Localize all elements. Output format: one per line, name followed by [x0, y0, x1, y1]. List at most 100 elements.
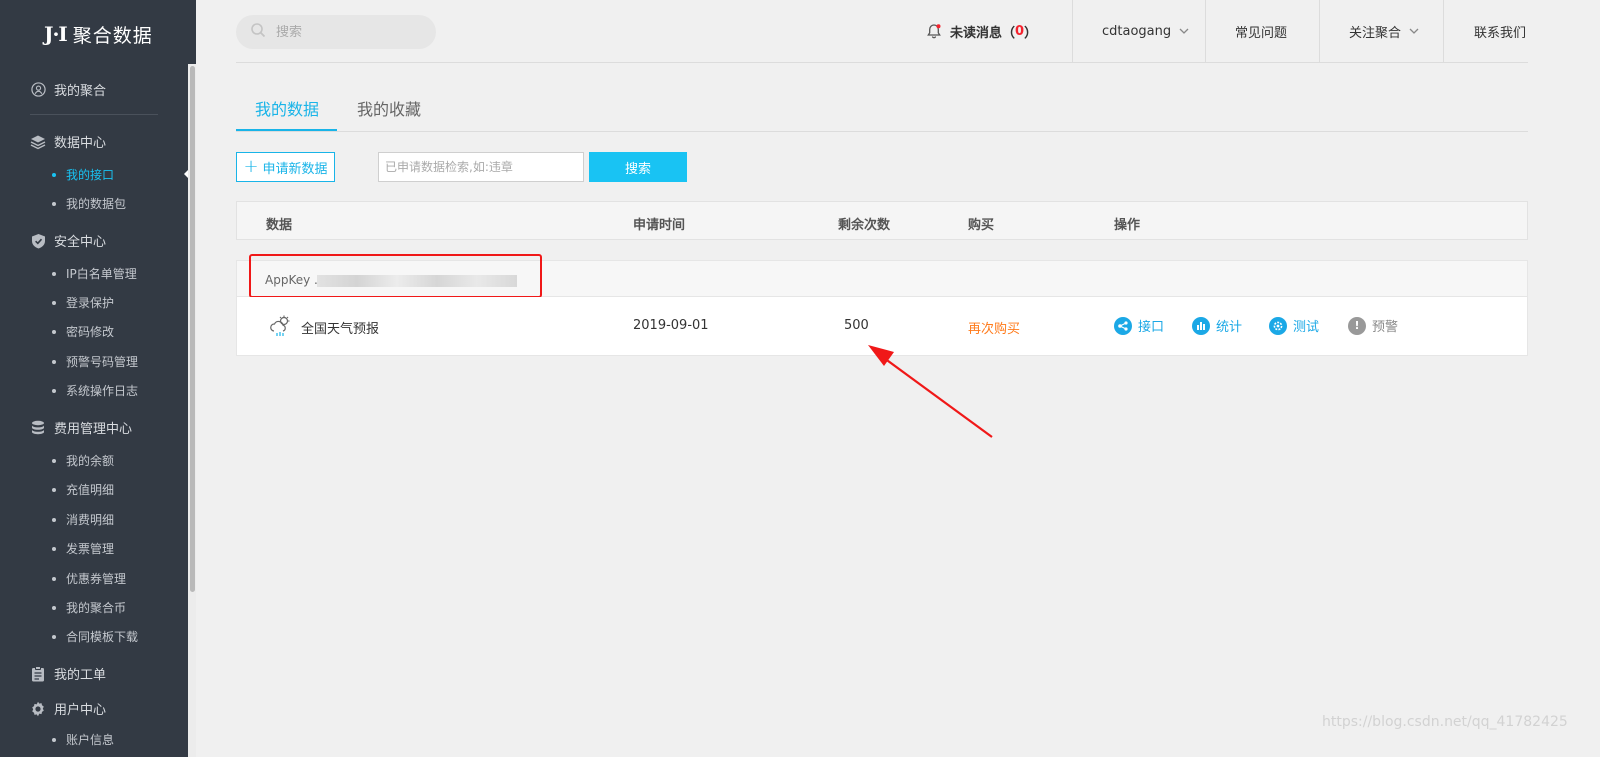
appkey-highlight-annotation [249, 254, 542, 298]
bullet-dot [52, 546, 56, 551]
sidebar-group-label: 数据中心 [54, 136, 107, 151]
faq-label: 常见问题 [1235, 25, 1288, 41]
logo[interactable]: J·I 聚合数据 [44, 20, 153, 48]
sidebar-group-my-juhe[interactable]: 我的聚合 [30, 80, 106, 99]
sidebar-item-invoice[interactable]: 发票管理 [52, 540, 114, 557]
header-separator [1319, 0, 1320, 62]
apply-new-data-button[interactable]: + 申请新数据 [236, 152, 335, 182]
clipboard-icon [30, 665, 46, 682]
sidebar-group-label: 费用管理中心 [54, 422, 133, 437]
column-header-remaining: 剩余次数 [838, 218, 891, 233]
bullet-dot [52, 576, 56, 581]
applied-data-search-input[interactable] [378, 152, 584, 182]
bullet-dot [52, 458, 56, 463]
contact-label: 联系我们 [1474, 25, 1527, 41]
bullet-dot [52, 517, 56, 522]
sidebar-item-label: IP白名单管理 [66, 267, 137, 281]
sidebar-group-billing[interactable]: 费用管理中心 [30, 418, 132, 437]
sidebar-item-label: 登录保护 [66, 296, 115, 310]
chevron-down-icon [1409, 28, 1419, 34]
alert-action[interactable]: ! 预警 [1348, 316, 1398, 335]
contact-link[interactable]: 联系我们 [1474, 0, 1526, 62]
shield-icon [30, 233, 46, 249]
bullet-dot [52, 172, 56, 177]
bullet-dot [52, 201, 56, 206]
interface-action[interactable]: 接口 [1114, 316, 1164, 335]
remaining-count: 500 [844, 318, 869, 333]
interface-action-label: 接口 [1138, 320, 1165, 335]
sidebar-group-label: 用户中心 [54, 703, 107, 718]
global-search[interactable] [236, 15, 436, 49]
tab-my-data[interactable]: 我的数据 [255, 96, 319, 120]
sidebar-item-contract-download[interactable]: 合同模板下载 [52, 628, 138, 645]
sidebar: J·I 聚合数据 我的聚合 数据中心 我的接口 我的数据包 安全中心 IP白名单… [0, 0, 196, 757]
apply-new-data-label: 申请新数据 [262, 161, 328, 177]
sidebar-item-label: 密码修改 [66, 325, 115, 339]
sidebar-item-label: 合同模板下载 [66, 630, 139, 644]
unread-label: 未读消息 [950, 25, 1003, 41]
gear-icon [30, 701, 46, 717]
sidebar-item-label: 发票管理 [66, 542, 115, 556]
global-search-input[interactable] [276, 24, 416, 40]
sidebar-item-my-interface[interactable]: 我的接口 [52, 166, 114, 183]
sidebar-group-tickets[interactable]: 我的工单 [30, 664, 106, 683]
unread-messages[interactable]: 未读消息 （ 0 ） [926, 0, 1037, 62]
sidebar-item-login-protection[interactable]: 登录保护 [52, 294, 114, 311]
sidebar-item-consumption-detail[interactable]: 消费明细 [52, 511, 114, 528]
test-action[interactable]: 测试 [1269, 316, 1319, 335]
sidebar-group-data-center[interactable]: 数据中心 [30, 132, 106, 151]
tab-my-favorites[interactable]: 我的收藏 [357, 96, 421, 120]
statistics-action[interactable]: 统计 [1192, 316, 1242, 335]
sidebar-group-label: 我的聚合 [54, 84, 107, 99]
bullet-dot [52, 329, 56, 334]
test-action-label: 测试 [1293, 320, 1320, 335]
sidebar-item-label: 我的接口 [66, 168, 115, 182]
sidebar-item-coupons[interactable]: 优惠券管理 [52, 570, 126, 587]
follow-menu[interactable]: 关注聚合 [1349, 0, 1419, 62]
sidebar-group-security[interactable]: 安全中心 [30, 231, 106, 250]
header-bottom-border [236, 62, 1528, 63]
sidebar-scrollbar-thumb[interactable] [190, 66, 195, 592]
sidebar-item-my-data-package[interactable]: 我的数据包 [52, 195, 126, 212]
sidebar-item-ip-whitelist[interactable]: IP白名单管理 [52, 265, 137, 282]
sidebar-item-juhe-coin[interactable]: 我的聚合币 [52, 599, 126, 616]
sidebar-group-label: 我的工单 [54, 668, 107, 683]
sidebar-item-label: 我的余额 [66, 454, 115, 468]
sidebar-divider [30, 114, 158, 115]
sidebar-item-alert-number[interactable]: 预警号码管理 [52, 353, 138, 370]
data-name[interactable]: 全国天气预报 [301, 318, 379, 337]
user-circle-icon [30, 82, 46, 98]
sidebar-item-label: 我的聚合币 [66, 601, 127, 615]
bullet-dot [52, 634, 56, 639]
unread-open-paren: （ [1002, 25, 1016, 41]
bullet-dot [52, 388, 56, 393]
user-menu[interactable]: cdtaogang [1102, 0, 1189, 62]
column-header-apply-time: 申请时间 [633, 218, 686, 233]
logo-mark: J·I [44, 22, 68, 46]
sidebar-item-account-info[interactable]: 账户信息 [52, 731, 114, 748]
header-separator [1072, 0, 1073, 62]
weather-icon [269, 314, 293, 338]
faq-link[interactable]: 常见问题 [1235, 0, 1287, 62]
bullet-dot [52, 487, 56, 492]
tabs-bottom-border [236, 131, 1528, 132]
chevron-down-icon [1179, 28, 1189, 34]
bullet-dot [52, 605, 56, 610]
bullet-dot [52, 737, 56, 742]
search-button[interactable]: 搜索 [589, 152, 687, 182]
rebuy-link[interactable]: 再次购买 [968, 318, 1020, 337]
sidebar-group-user-center[interactable]: 用户中心 [30, 699, 106, 718]
follow-label: 关注聚合 [1349, 25, 1402, 41]
bar-chart-icon [1192, 316, 1210, 335]
sidebar-item-system-log[interactable]: 系统操作日志 [52, 382, 138, 399]
bullet-dot [52, 271, 56, 276]
database-icon [30, 420, 46, 436]
sidebar-item-recharge-detail[interactable]: 充值明细 [52, 481, 114, 498]
sidebar-item-password-change[interactable]: 密码修改 [52, 323, 114, 340]
plus-icon: + [243, 156, 259, 177]
share-nodes-icon [1114, 316, 1132, 335]
sidebar-item-label: 充值明细 [66, 483, 115, 497]
red-arrow-annotation [868, 345, 993, 438]
sidebar-item-balance[interactable]: 我的余额 [52, 452, 114, 469]
sidebar-item-label: 优惠券管理 [66, 572, 127, 586]
